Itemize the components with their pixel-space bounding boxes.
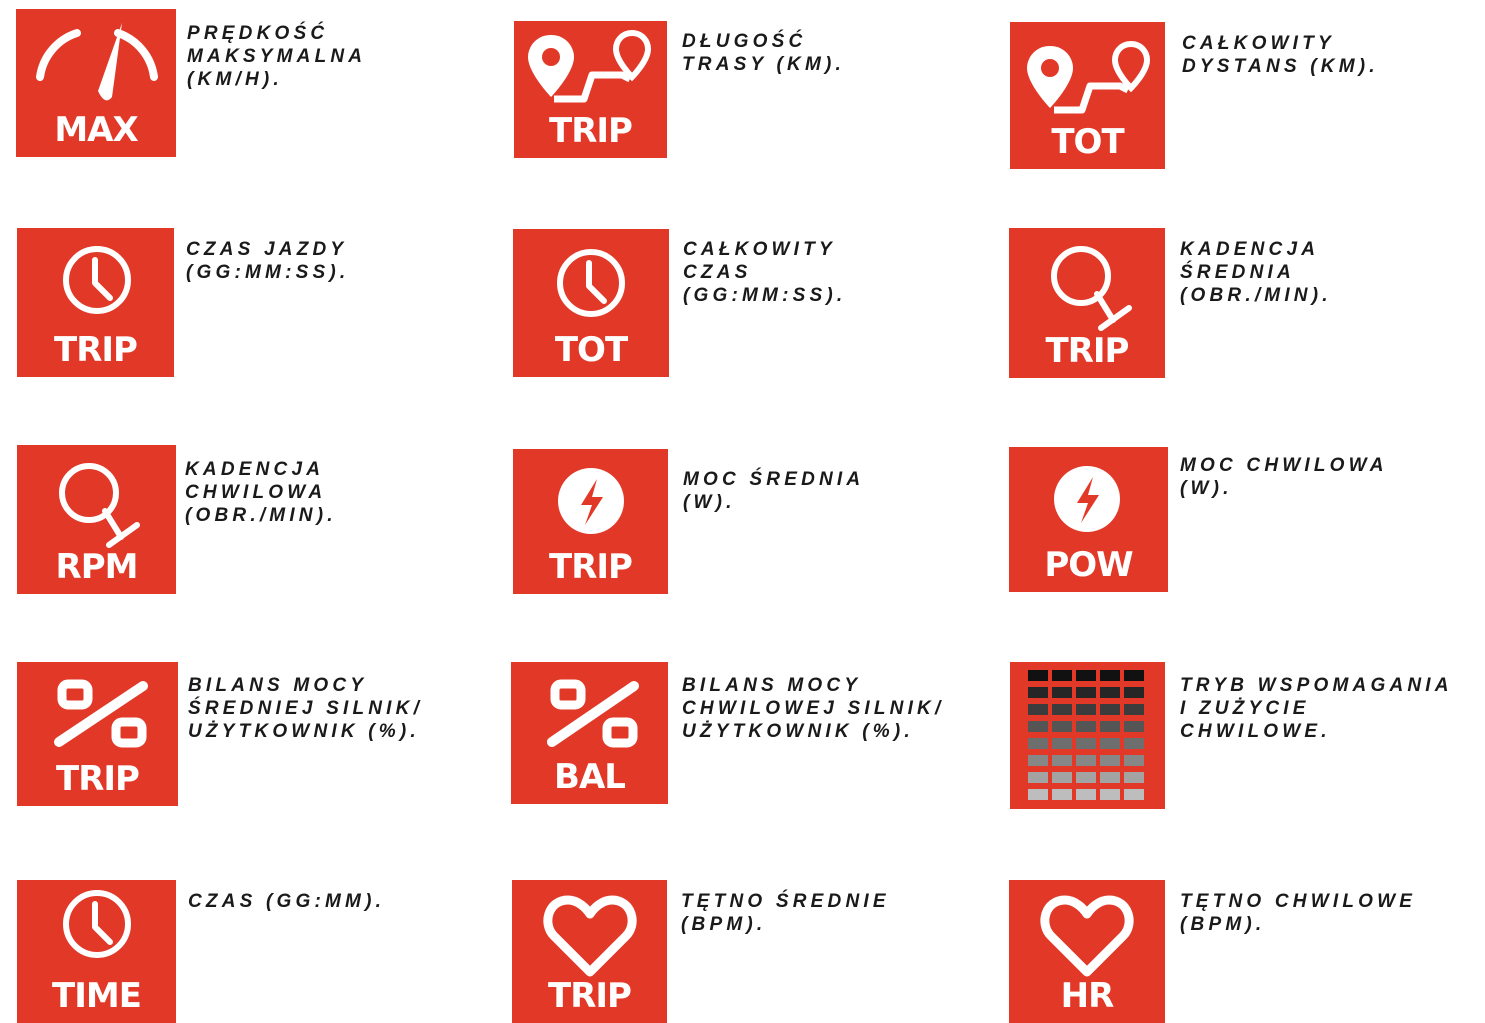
level-bar — [1076, 772, 1096, 783]
avg-power-balance-tile: TRIP — [17, 662, 178, 806]
level-bar — [1076, 738, 1096, 749]
level-bar — [1100, 704, 1120, 715]
level-bar — [1124, 687, 1144, 698]
level-bar — [1028, 789, 1048, 800]
item-description: KADENCJA CHWILOWA (OBR./MIN). — [185, 459, 337, 526]
trip-distance-tile: TRIP — [514, 21, 667, 158]
level-bar — [1124, 721, 1144, 732]
item-description: CZAS JAZDY (GG:MM:SS). — [186, 239, 350, 283]
level-bar — [1028, 704, 1048, 715]
level-bar — [1124, 772, 1144, 783]
heart-rate-tile: HR — [1009, 880, 1165, 1023]
level-bar — [1052, 687, 1072, 698]
level-bar — [1028, 721, 1048, 732]
tile-label: BAL — [554, 757, 626, 797]
level-bar — [1124, 755, 1144, 766]
level-bar — [1100, 755, 1120, 766]
item-description: MOC ŚREDNIA (W). — [683, 469, 865, 513]
level-bar — [1052, 721, 1072, 732]
level-bar — [1028, 687, 1048, 698]
assist-level-bars-icon — [1028, 670, 1144, 800]
item-description: CZAS (GG:MM). — [188, 891, 386, 912]
level-bar — [1100, 772, 1120, 783]
level-bar — [1028, 772, 1048, 783]
level-bar — [1076, 704, 1096, 715]
level-bar — [1076, 721, 1096, 732]
total-time-tile: TOT — [513, 229, 669, 377]
tile-label: TOT — [554, 330, 628, 370]
level-bar — [1028, 670, 1048, 681]
level-bar — [1052, 670, 1072, 681]
avg-heart-rate-tile: TRIP — [512, 880, 667, 1023]
power-balance-tile: BAL — [511, 662, 668, 804]
cadence-tile: RPM — [17, 445, 176, 594]
level-bar — [1028, 755, 1048, 766]
tile-label: TRIP — [549, 111, 633, 151]
level-bar — [1100, 721, 1120, 732]
avg-cadence-tile: TRIP — [1009, 228, 1165, 378]
level-bar — [1100, 670, 1120, 681]
level-bar — [1076, 755, 1096, 766]
total-distance-tile: TOT — [1010, 22, 1165, 169]
item-description: PRĘDKOŚĆ MAKSYMALNA (KM/H). — [187, 23, 367, 90]
tile-label: HR — [1060, 976, 1115, 1016]
level-bar — [1076, 687, 1096, 698]
level-bar — [1124, 738, 1144, 749]
item-description: BILANS MOCY ŚREDNIEJ SILNIK/ UŻYTKOWNIK … — [188, 675, 424, 742]
level-bar — [1076, 789, 1096, 800]
level-bar — [1052, 755, 1072, 766]
trip-time-tile: TRIP — [17, 228, 174, 377]
tile-label: POW — [1044, 545, 1133, 585]
avg-power-tile: TRIP — [513, 449, 668, 594]
item-description: MOC CHWILOWA (W). — [1180, 455, 1388, 499]
assist-mode-tile — [1010, 662, 1165, 809]
level-bar — [1052, 738, 1072, 749]
tile-label: TIME — [52, 976, 142, 1016]
item-description: TĘTNO CHWILOWE (BPM). — [1180, 891, 1417, 935]
level-bar — [1052, 789, 1072, 800]
item-description: DŁUGOŚĆ TRASY (KM). — [682, 31, 846, 75]
tile-label: RPM — [55, 547, 139, 587]
level-bar — [1124, 789, 1144, 800]
max-speed-tile: MAX — [16, 9, 176, 157]
level-bar — [1076, 670, 1096, 681]
level-bar — [1052, 772, 1072, 783]
level-bar — [1028, 738, 1048, 749]
tile-label: TRIP — [1045, 331, 1130, 371]
level-bar — [1124, 670, 1144, 681]
item-description: BILANS MOCY CHWILOWEJ SILNIK/ UŻYTKOWNIK… — [682, 675, 945, 742]
level-bar — [1100, 738, 1120, 749]
clock-time-tile: TIME — [17, 880, 176, 1023]
level-bar — [1052, 704, 1072, 715]
tile-label: TRIP — [54, 330, 138, 370]
tile-label: MAX — [54, 110, 138, 150]
tile-label: TRIP — [548, 976, 632, 1016]
tile-label: TOT — [1051, 122, 1124, 162]
item-description: TRYB WSPOMAGANIA I ZUŻYCIE CHWILOWE. — [1180, 675, 1453, 742]
power-tile: POW — [1009, 447, 1168, 592]
item-description: TĘTNO ŚREDNIE (BPM). — [681, 891, 890, 935]
item-description: KADENCJA ŚREDNIA (OBR./MIN). — [1180, 239, 1332, 306]
level-bar — [1100, 687, 1120, 698]
level-bar — [1124, 704, 1144, 715]
item-description: CAŁKOWITY CZAS (GG:MM:SS). — [683, 239, 847, 306]
tile-label: TRIP — [549, 547, 633, 587]
level-bar — [1100, 789, 1120, 800]
item-description: CAŁKOWITY DYSTANS (KM). — [1182, 33, 1379, 77]
tile-label: TRIP — [56, 759, 140, 799]
